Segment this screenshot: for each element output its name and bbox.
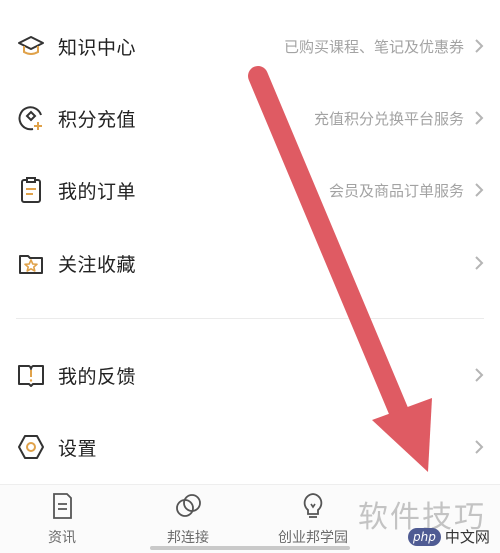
menu-item-label: 积分充值 <box>58 108 137 131</box>
php-badge: php <box>408 527 441 546</box>
menu-item-label: 我的订单 <box>58 180 137 203</box>
chevron-right-icon <box>472 437 486 457</box>
hexagon-gear-icon <box>16 432 46 462</box>
tab-academy[interactable]: 创业邦学园 <box>263 491 363 547</box>
menu-item-label: 关注收藏 <box>58 253 137 276</box>
section-divider <box>16 318 484 319</box>
points-recharge-icon <box>16 103 46 133</box>
lightbulb-icon <box>298 491 328 521</box>
chevron-right-icon <box>472 36 486 56</box>
menu-item-label: 设置 <box>58 437 98 460</box>
document-icon <box>47 491 77 521</box>
chevron-right-icon <box>472 365 486 385</box>
menu-item-desc: 充值积分兑换平台服务 <box>313 109 464 128</box>
chevron-right-icon <box>472 253 486 273</box>
home-indicator[interactable] <box>150 546 350 550</box>
watermark-site: 中文网 <box>444 528 490 546</box>
menu-item-label: 我的反馈 <box>58 365 137 388</box>
menu-item-favorites[interactable]: 关注收藏 <box>0 233 500 293</box>
chevron-right-icon <box>472 180 486 200</box>
linked-circles-icon <box>173 491 203 521</box>
tab-label: 邦连接 <box>167 530 209 546</box>
clipboard-icon <box>16 175 46 205</box>
graduation-cap-icon <box>16 31 46 61</box>
menu-item-knowledge-center[interactable]: 知识中心 已购买课程、笔记及优惠券 <box>0 16 500 76</box>
menu-item-feedback[interactable]: 我的反馈 <box>0 345 500 405</box>
menu-item-my-orders[interactable]: 我的订单 会员及商品订单服务 <box>0 160 500 220</box>
tab-label: 资讯 <box>48 530 76 546</box>
chevron-right-icon <box>472 108 486 128</box>
feedback-book-icon <box>16 360 46 390</box>
menu-item-points-recharge[interactable]: 积分充值 充值积分兑换平台服务 <box>0 88 500 148</box>
tab-news[interactable]: 资讯 <box>12 491 112 547</box>
menu-item-settings[interactable]: 设置 <box>0 417 500 477</box>
watermark-logo: php 中文网 <box>408 526 490 547</box>
menu-item-label: 知识中心 <box>58 36 137 59</box>
star-folder-icon <box>16 248 46 278</box>
menu-item-desc: 已购买课程、笔记及优惠券 <box>283 37 464 56</box>
tab-label: 创业邦学园 <box>278 530 348 546</box>
tab-connect[interactable]: 邦连接 <box>138 491 238 547</box>
menu-item-desc: 会员及商品订单服务 <box>328 181 464 200</box>
